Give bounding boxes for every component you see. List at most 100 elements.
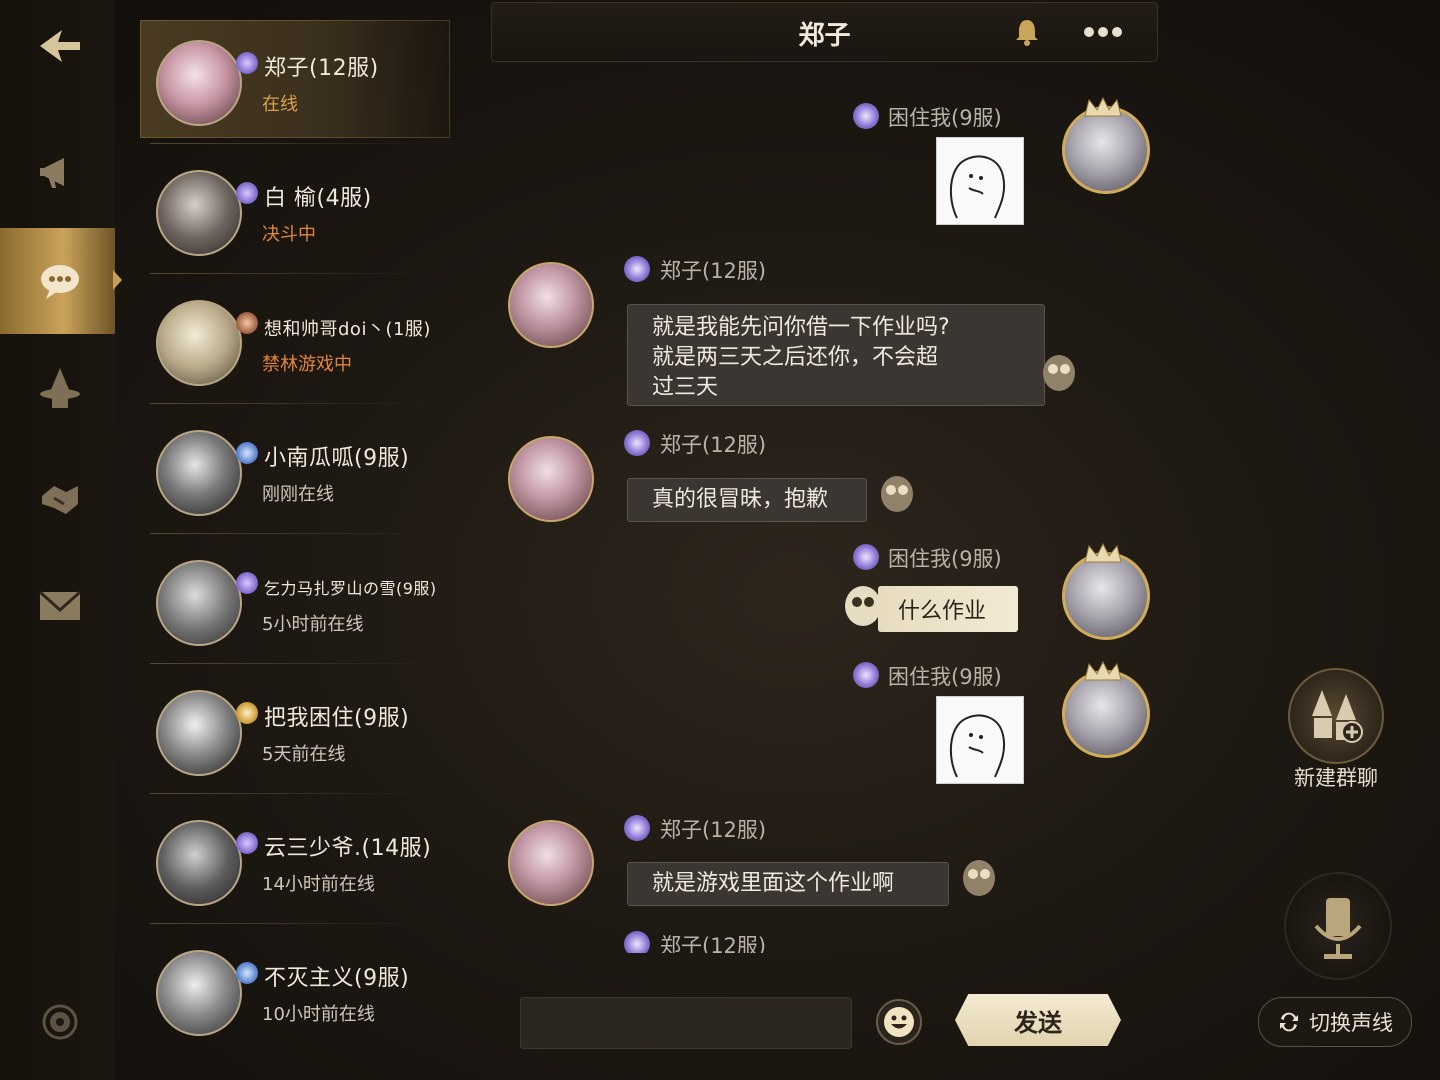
nav-announcements[interactable] xyxy=(28,140,92,204)
message-bubble[interactable]: 真的很冒昧，抱歉 xyxy=(627,478,867,522)
switch-voice-button[interactable]: 切换声线 xyxy=(1258,997,1412,1047)
friend-item[interactable]: 小南瓜呱(9服) 刚刚在线 xyxy=(140,410,450,534)
contact-avatar[interactable] xyxy=(508,262,594,348)
new-group-label: 新建群聊 xyxy=(1294,766,1378,790)
sender-name: 困住我(9服) xyxy=(888,665,1002,689)
rank-badge-icon xyxy=(236,442,258,464)
message-input[interactable] xyxy=(520,997,852,1049)
divider xyxy=(150,793,430,794)
divider xyxy=(150,273,430,274)
divider xyxy=(150,403,430,404)
doodle-sticker-icon xyxy=(949,714,1005,778)
rank-badge-icon xyxy=(236,832,258,854)
friend-status: 5小时前在线 xyxy=(262,614,364,635)
sticker-image[interactable] xyxy=(936,696,1024,784)
my-avatar[interactable] xyxy=(1062,552,1150,640)
sender-name: 郑子(12服) xyxy=(660,934,767,953)
new-group-button[interactable] xyxy=(1288,668,1384,764)
avatar xyxy=(156,690,242,776)
friend-status: 决斗中 xyxy=(262,224,316,245)
owl-frame-icon xyxy=(1043,355,1075,391)
friend-item[interactable]: 不灭主义(9服) 10小时前在线 xyxy=(140,930,450,1048)
friend-item[interactable]: 把我困住(9服) 5天前在线 xyxy=(140,670,450,794)
my-avatar[interactable] xyxy=(1062,670,1150,758)
friend-name: 不灭主义(9服) xyxy=(264,966,410,991)
rank-badge-icon xyxy=(853,662,879,688)
more-icon[interactable] xyxy=(1082,25,1124,39)
friend-status: 10小时前在线 xyxy=(262,1004,375,1025)
nav-chat-pointer xyxy=(113,270,122,290)
nav-rail xyxy=(0,0,122,1080)
rank-badge-icon xyxy=(236,182,258,204)
sender-name: 困住我(9服) xyxy=(888,106,1002,130)
crown-icon xyxy=(1084,96,1122,117)
friend-item[interactable]: 白 榆(4服) 决斗中 xyxy=(140,150,450,274)
voice-button[interactable] xyxy=(1284,872,1392,980)
sticker-image[interactable] xyxy=(936,137,1024,225)
friend-name: 云三少爷.(14服) xyxy=(264,836,432,861)
sender-name: 郑子(12服) xyxy=(660,259,767,283)
switch-arrows-icon xyxy=(1280,1012,1298,1032)
envelope-icon xyxy=(38,590,82,620)
nav-chat[interactable] xyxy=(28,249,92,313)
friend-name: 把我困住(9服) xyxy=(264,706,410,731)
avatar xyxy=(156,430,242,516)
message-line: 什么作业 xyxy=(898,599,987,624)
friend-status: 在线 xyxy=(262,94,298,115)
message-bubble[interactable]: 就是我能先问你借一下作业吗? 就是两三天之后还你，不会超 过三天 xyxy=(627,304,1045,406)
rank-badge-icon xyxy=(624,815,650,841)
friend-name: 小南瓜呱(9服) xyxy=(264,446,410,471)
divider xyxy=(150,143,430,144)
avatar xyxy=(156,40,242,126)
sender-name: 困住我(9服) xyxy=(888,547,1002,571)
partial-message: 郑子(12服) xyxy=(500,925,1020,953)
message-line: 真的很冒昧，抱歉 xyxy=(652,487,829,512)
switch-voice-label: 切换声线 xyxy=(1309,1011,1393,1035)
contact-avatar[interactable] xyxy=(508,436,594,522)
divider xyxy=(150,923,430,924)
sender-name: 郑子(12服) xyxy=(660,818,767,842)
friend-list: 郑子(12服) 在线 白 榆(4服) 决斗中 想和帅哥doi丶(1服) 禁林游戏… xyxy=(140,15,460,1065)
microphone-icon xyxy=(1314,898,1362,959)
friend-status: 刚刚在线 xyxy=(262,484,334,505)
message-bubble[interactable]: 什么作业 xyxy=(878,586,1018,632)
wizard-hat-icon xyxy=(40,368,80,408)
my-avatar[interactable] xyxy=(1062,106,1150,194)
avatar xyxy=(156,560,242,646)
message-bubble[interactable]: 就是游戏里面这个作业啊 xyxy=(627,862,949,906)
send-button[interactable]: 发送 xyxy=(955,994,1121,1046)
owl-frame-icon xyxy=(963,860,995,896)
rank-badge-icon xyxy=(624,931,650,953)
avatar xyxy=(156,950,242,1036)
back-button[interactable] xyxy=(28,14,92,78)
nav-wizard[interactable] xyxy=(28,356,92,420)
back-arrow-icon xyxy=(40,30,80,62)
avatar xyxy=(156,300,242,386)
crown-icon xyxy=(1084,542,1122,563)
chat-title: 郑子 xyxy=(798,21,851,51)
nav-mail[interactable] xyxy=(28,574,92,638)
bell-icon[interactable] xyxy=(1014,18,1040,46)
contact-avatar[interactable] xyxy=(508,820,594,906)
rank-badge-icon xyxy=(236,702,258,724)
rank-badge-icon xyxy=(624,256,650,282)
friend-item[interactable]: 想和帅哥doi丶(1服) 禁林游戏中 xyxy=(140,280,450,404)
rank-badge-icon xyxy=(236,312,258,334)
friend-item[interactable]: 郑子(12服) 在线 xyxy=(140,20,450,144)
friend-status: 5天前在线 xyxy=(262,744,346,765)
nav-friends[interactable] xyxy=(28,466,92,530)
owl-frame-icon xyxy=(881,476,913,512)
emoji-icon[interactable] xyxy=(874,997,924,1047)
rank-badge-icon xyxy=(236,572,258,594)
rank-badge-icon xyxy=(624,430,650,456)
settings-button[interactable] xyxy=(28,990,92,1054)
message-line: 过三天 xyxy=(652,375,719,400)
friend-item[interactable]: 乞力马扎罗山の雪(9服) 5小时前在线 xyxy=(140,540,450,664)
friend-item[interactable]: 云三少爷.(14服) 14小时前在线 xyxy=(140,800,450,924)
chat-bubble-icon xyxy=(41,265,79,299)
friend-status: 禁林游戏中 xyxy=(262,354,352,375)
gear-icon xyxy=(42,1004,78,1040)
friend-name: 乞力马扎罗山の雪(9服) xyxy=(264,579,437,598)
rank-badge-icon xyxy=(853,103,879,129)
avatar xyxy=(156,820,242,906)
